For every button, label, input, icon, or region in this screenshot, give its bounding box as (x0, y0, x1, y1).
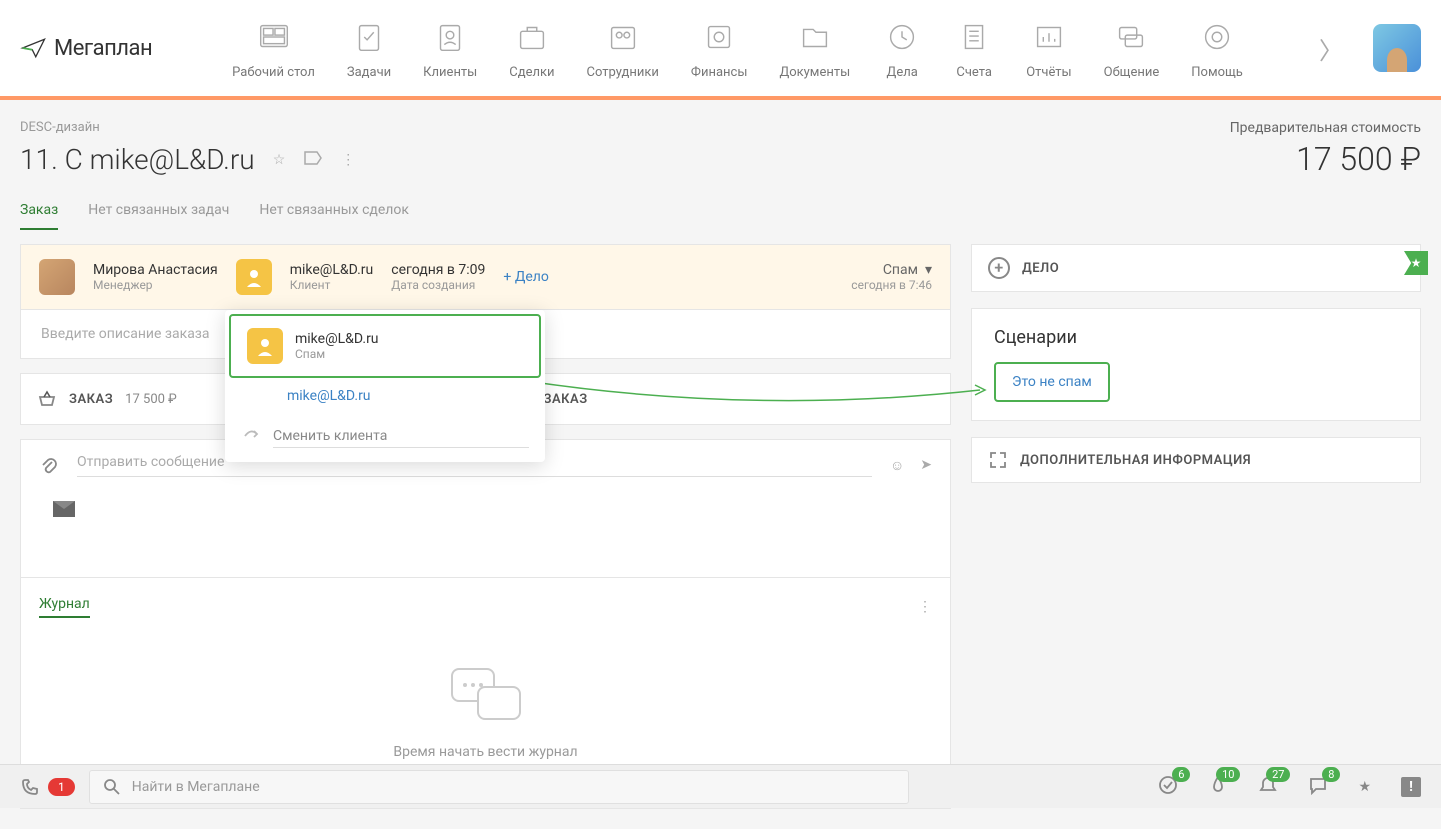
nav-item-clients[interactable]: Клиенты (423, 17, 477, 80)
nav-item-deals[interactable]: Сделки (509, 17, 554, 80)
page-header: DESC-дизайн 11. С mike@L&D.ru ☆ ⋮ Предва… (0, 100, 1441, 178)
nav-items: Рабочий стол Задачи Клиенты Сделки Сотру… (232, 17, 1307, 80)
nav-item-chat[interactable]: Общение (1104, 17, 1160, 80)
add-order-card[interactable]: + ЗАКАЗ (493, 373, 952, 425)
plus-circle-icon: + (988, 257, 1010, 279)
help-icon (1198, 18, 1236, 56)
scenarios-title: Сценарии (994, 327, 1398, 348)
extra-info-label: ДОПОЛНИТЕЛЬНАЯ ИНФОРМАЦИЯ (1020, 453, 1251, 468)
order-label: ЗАКАЗ (69, 392, 113, 407)
change-client-input[interactable]: Сменить клиента (273, 428, 529, 448)
popup-selected-client[interactable]: mike@L&D.ru Спам (229, 314, 541, 378)
star-flag-icon[interactable]: ★ (1404, 251, 1428, 275)
desktop-icon (255, 18, 293, 56)
created-label: Дата создания (391, 278, 485, 292)
chat-icon (1112, 18, 1150, 56)
search-placeholder: Найти в Мегаплане (132, 779, 260, 795)
order-label-2: ЗАКАЗ (544, 392, 588, 407)
tag-icon[interactable] (303, 150, 323, 170)
status-dropdown[interactable]: Спам ▾ (851, 262, 932, 278)
search-icon (102, 777, 122, 797)
manager-name: Мирова Анастасия (93, 262, 218, 278)
nav-item-tasks[interactable]: Задачи (347, 17, 391, 80)
user-avatar[interactable] (1373, 24, 1421, 72)
breadcrumb[interactable]: DESC-дизайн (20, 120, 355, 135)
client-avatar-icon (247, 328, 283, 364)
logo[interactable]: Мегаплан (20, 34, 152, 62)
tab-no-tasks[interactable]: Нет связанных задач (88, 202, 229, 230)
nav-item-desktop[interactable]: Рабочий стол (232, 17, 315, 80)
bb-chat[interactable]: 8 (1308, 775, 1328, 799)
bb-alert[interactable]: ! (1401, 777, 1421, 797)
popup-client-name: mike@L&D.ru (295, 331, 379, 347)
bb-fire[interactable]: 10 (1208, 775, 1228, 799)
logo-text: Мегаплан (54, 36, 152, 61)
manager-role: Менеджер (93, 278, 218, 292)
phone-badge-count: 1 (48, 778, 75, 796)
nav-item-documents[interactable]: Документы (779, 17, 850, 80)
emoji-icon[interactable]: ☺ (890, 457, 904, 474)
send-icon[interactable]: ➤ (920, 457, 932, 474)
price-value: 17 500 ₽ (1230, 140, 1421, 178)
expand-icon (988, 450, 1008, 470)
bottom-bar: 1 Найти в Мегаплане 6 10 27 8 ★ ! (0, 764, 1441, 808)
global-search[interactable]: Найти в Мегаплане (89, 770, 909, 804)
star-icon[interactable]: ☆ (273, 152, 286, 168)
briefcase-icon (513, 18, 551, 56)
nav-item-invoices[interactable]: Счета (954, 17, 994, 80)
side-deal-card[interactable]: + ДЕЛО ★ (971, 244, 1421, 292)
tabs: Заказ Нет связанных задач Нет связанных … (0, 178, 1441, 230)
created-date: сегодня в 7:09 (391, 262, 485, 278)
popup-client-status: Спам (295, 347, 379, 361)
journal-tab[interactable]: Журнал (39, 596, 90, 618)
nav-item-reports[interactable]: Отчёты (1026, 17, 1071, 80)
popup-email-link[interactable]: mike@L&D.ru (225, 382, 545, 410)
manager-avatar[interactable] (39, 259, 75, 295)
envelope-icon[interactable] (53, 501, 75, 517)
status-time: сегодня в 7:46 (851, 278, 932, 292)
staff-icon (604, 18, 642, 56)
chart-icon (1030, 18, 1068, 56)
journal-more-icon[interactable]: ⋮ (918, 599, 932, 615)
journal-empty-text: Время начать вести журнал (39, 744, 932, 760)
scenarios-card: Сценарии Это не спам (971, 308, 1421, 421)
not-spam-button[interactable]: Это не спам (994, 362, 1110, 402)
page-title: 11. С mike@L&D.ru (20, 143, 255, 176)
empty-chat-icon (451, 668, 521, 728)
deal-label: ДЕЛО (1022, 261, 1059, 276)
tab-order[interactable]: Заказ (20, 202, 58, 230)
extra-info-card[interactable]: ДОПОЛНИТЕЛЬНАЯ ИНФОРМАЦИЯ (971, 437, 1421, 483)
attachment-icon[interactable] (39, 456, 59, 476)
more-icon[interactable]: ⋮ (341, 152, 355, 168)
phone-indicator[interactable]: 1 (20, 777, 75, 797)
tab-no-deals[interactable]: Нет связанных сделок (259, 202, 409, 230)
bb-star[interactable]: ★ (1358, 779, 1371, 795)
phone-icon (20, 777, 40, 797)
clients-icon (431, 18, 469, 56)
nav-item-staff[interactable]: Сотрудники (587, 17, 659, 80)
order-value: 17 500 ₽ (125, 392, 177, 407)
clock-icon (883, 18, 921, 56)
nav-more-arrow[interactable]: 〉 (1319, 31, 1343, 66)
nav-item-help[interactable]: Помощь (1191, 17, 1243, 80)
paper-plane-icon (20, 34, 48, 62)
add-deal-link[interactable]: + Дело (503, 269, 548, 285)
forward-icon (241, 424, 261, 444)
order-summary-row: Мирова Анастасия Менеджер mike@L&D.ru Кл… (20, 244, 951, 310)
invoice-icon (955, 18, 993, 56)
client-popup: mike@L&D.ru Спам mike@L&D.ru Сменить кли… (225, 310, 545, 462)
tasks-icon (350, 18, 388, 56)
client-avatar-icon[interactable] (236, 259, 272, 295)
bb-checkmark[interactable]: 6 (1158, 775, 1178, 799)
basket-icon (37, 389, 57, 409)
top-nav: Мегаплан Рабочий стол Задачи Клиенты Сде… (0, 0, 1441, 96)
safe-icon (700, 18, 738, 56)
nav-item-affairs[interactable]: Дела (882, 17, 922, 80)
bb-bell[interactable]: 27 (1258, 775, 1278, 799)
folder-icon (796, 18, 834, 56)
client-role: Клиент (290, 278, 374, 292)
price-label: Предварительная стоимость (1230, 120, 1421, 136)
client-email[interactable]: mike@L&D.ru (290, 262, 374, 278)
nav-item-finance[interactable]: Финансы (691, 17, 748, 80)
